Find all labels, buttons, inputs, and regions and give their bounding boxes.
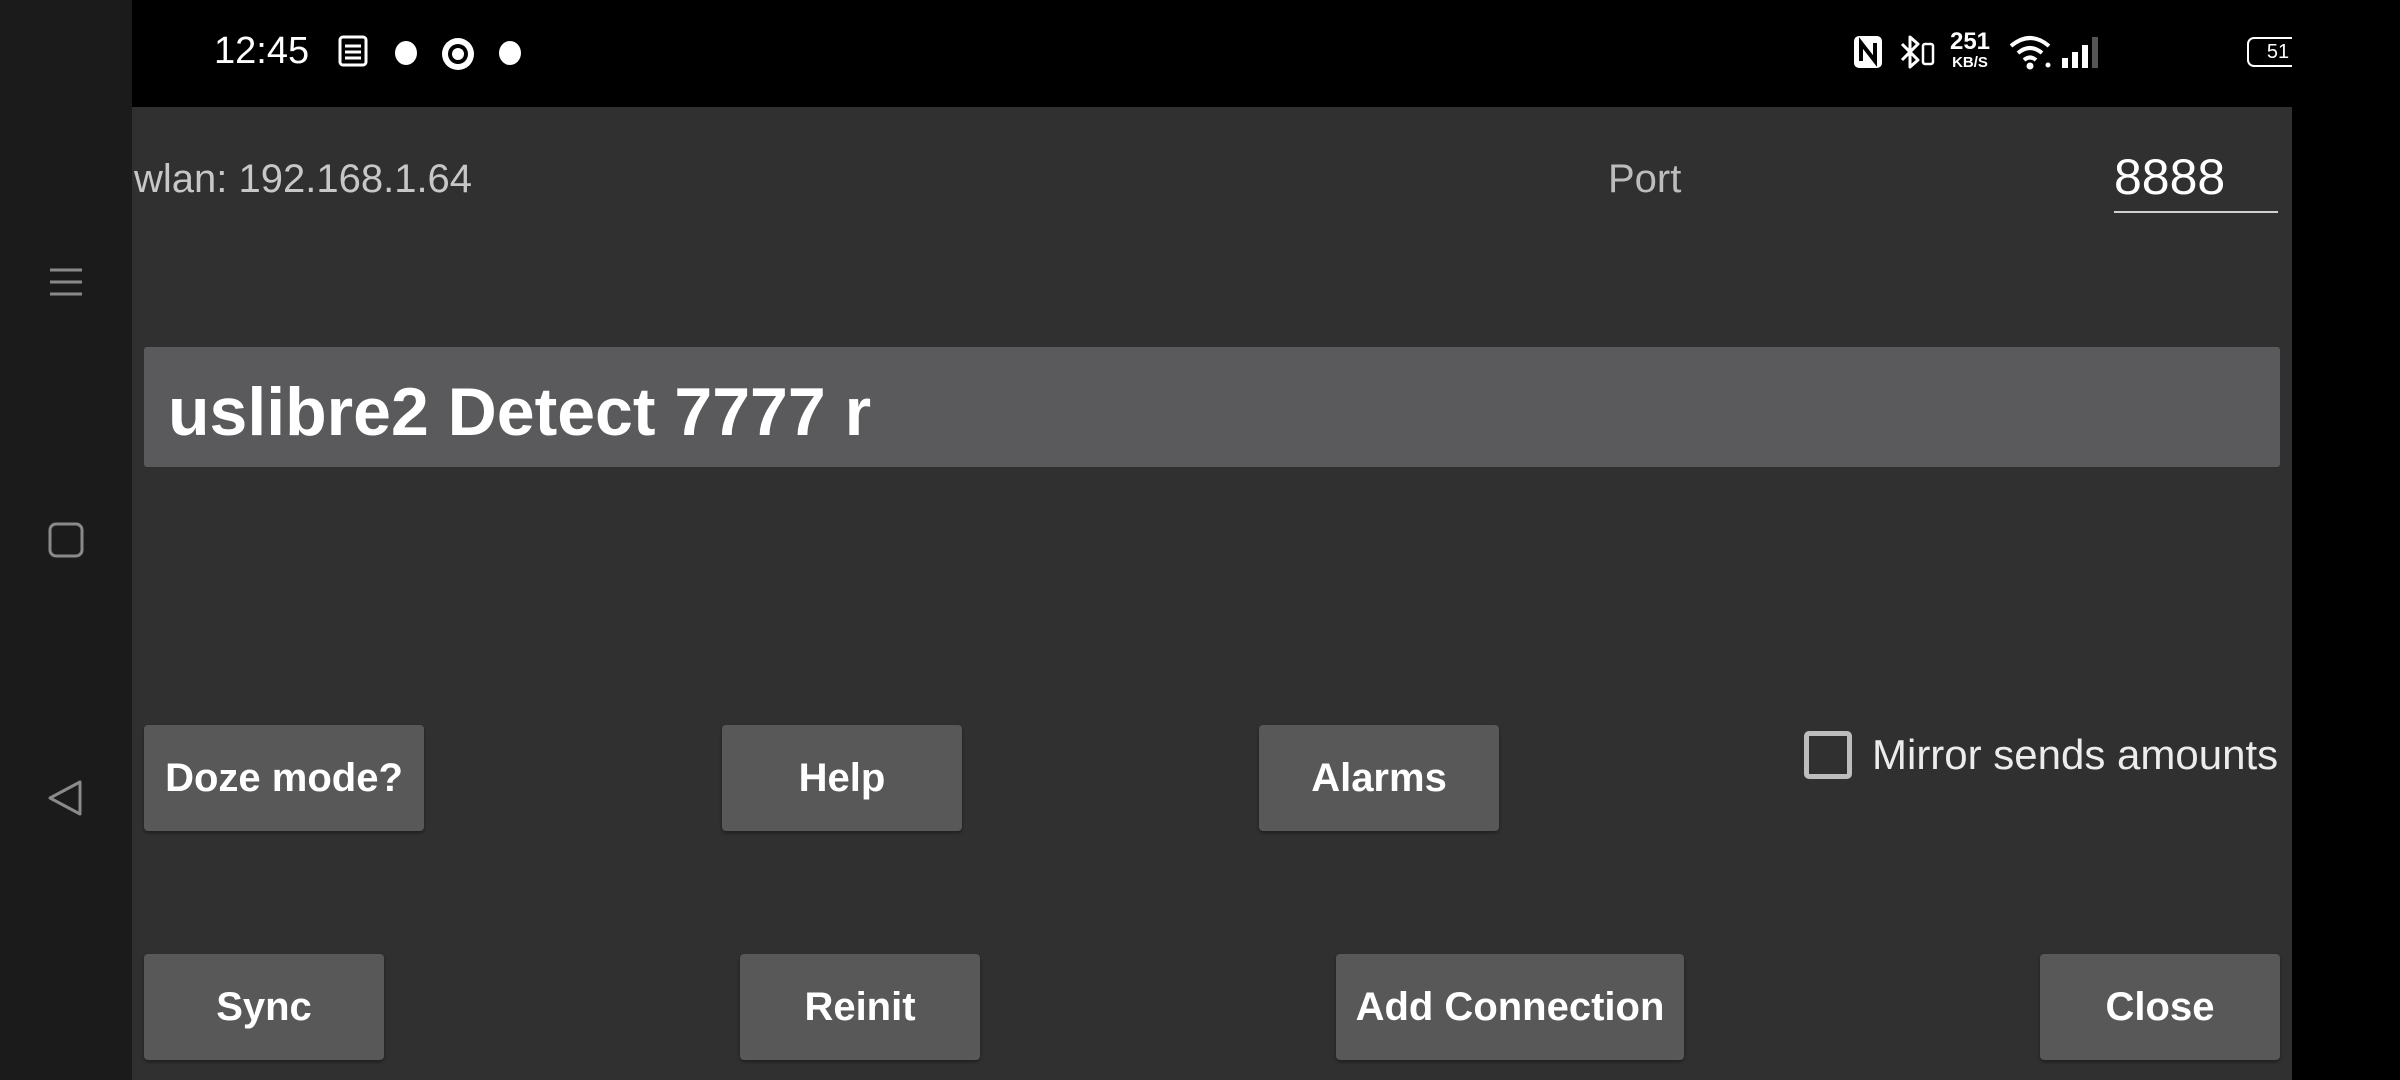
status-bar: 12:45 251 KB/S 51	[132, 0, 2340, 107]
add-connection-button[interactable]: Add Connection	[1336, 954, 1684, 1060]
app-content: wlan: 192.168.1.64 Port uslibre2 Detect …	[132, 107, 2292, 1080]
home-square-icon[interactable]	[30, 504, 102, 576]
status-display: uslibre2 Detect 7777 r	[144, 347, 2280, 467]
checkbox-box[interactable]	[1804, 731, 1852, 779]
right-edge-bar	[2292, 0, 2400, 1080]
wlan-address: wlan: 192.168.1.64	[134, 157, 473, 201]
port-label: Port	[1608, 157, 1682, 201]
network-speed-unit: KB/S	[1952, 54, 1988, 71]
close-button[interactable]: Close	[2040, 954, 2280, 1060]
back-triangle-icon[interactable]	[30, 762, 102, 834]
alarms-button[interactable]: Alarms	[1259, 725, 1499, 831]
help-button[interactable]: Help	[722, 725, 962, 831]
mirror-sends-amounts-label: Mirror sends amounts	[1872, 731, 2279, 778]
mirror-sends-amounts-checkbox[interactable]: Mirror sends amounts	[1804, 725, 2278, 785]
network-speed: 251 KB/S	[1944, 28, 1996, 71]
sync-button[interactable]: Sync	[144, 954, 384, 1060]
nfc-icon	[1852, 34, 1884, 75]
status-time: 12:45	[214, 30, 310, 72]
wifi-icon	[2008, 34, 2052, 75]
network-speed-value: 251	[1949, 28, 1991, 55]
menu-icon[interactable]	[30, 246, 102, 318]
status-message: uslibre2 Detect 7777 r	[168, 374, 872, 450]
record-icon	[440, 36, 476, 77]
navigation-bar	[0, 0, 132, 1080]
notes-icon	[338, 34, 368, 73]
notification-dot-icon	[498, 40, 522, 71]
port-input[interactable]	[2114, 143, 2278, 213]
bluetooth-icon	[1898, 34, 1936, 75]
signal-icon	[2060, 34, 2100, 75]
notification-dot-icon	[394, 40, 418, 71]
doze-mode-button[interactable]: Doze mode?	[144, 725, 424, 831]
reinit-button[interactable]: Reinit	[740, 954, 980, 1060]
